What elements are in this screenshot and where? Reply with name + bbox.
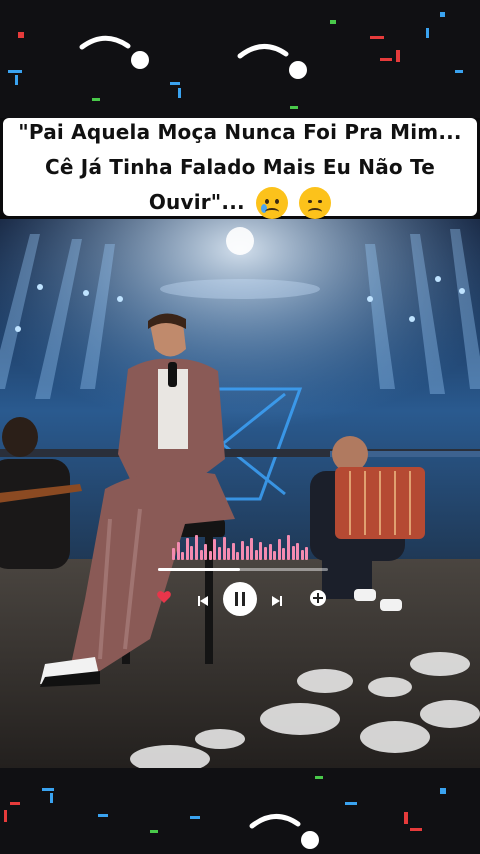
music-note-icon <box>237 44 289 59</box>
music-note-icon <box>249 814 301 829</box>
equalizer-bar <box>190 545 194 560</box>
equalizer <box>172 534 312 560</box>
equalizer-bar <box>222 536 226 560</box>
equalizer-bar <box>254 549 258 560</box>
equalizer-bar <box>273 550 277 560</box>
equalizer-bar <box>264 547 267 560</box>
progress-track[interactable] <box>158 568 328 571</box>
equalizer-bar <box>282 548 286 560</box>
equalizer-bar <box>213 539 217 560</box>
equalizer-bar <box>181 552 185 560</box>
equalizer-bar <box>172 548 175 560</box>
next-icon[interactable] <box>271 592 283 606</box>
equalizer-bar <box>268 544 272 560</box>
music-note-icon <box>301 831 319 849</box>
caption-card: "Pai Aquela Moça Nunca Foi Pra Mim... Cê… <box>3 118 477 219</box>
music-note-icon <box>79 35 131 50</box>
music-note-icon <box>131 51 149 69</box>
equalizer-bar <box>305 547 309 560</box>
equalizer-bar <box>277 539 281 560</box>
equalizer-bar <box>300 549 304 560</box>
previous-icon[interactable] <box>197 592 209 606</box>
pause-icon <box>235 592 245 606</box>
progress-fill <box>158 568 240 571</box>
equalizer-bar <box>250 537 254 560</box>
equalizer-bar <box>287 535 290 560</box>
disappointed-face-icon <box>299 187 332 219</box>
music-note-icon <box>289 61 307 79</box>
top-decor-graphics <box>8 12 463 109</box>
bottom-decor-band <box>0 768 480 854</box>
app-frame: "Pai Aquela Moça Nunca Foi Pra Mim... Cê… <box>0 0 480 854</box>
equalizer-bar <box>199 549 203 560</box>
pause-button[interactable] <box>223 582 257 616</box>
equalizer-bar <box>296 543 300 560</box>
equalizer-bar <box>245 545 249 560</box>
top-decor-band <box>0 0 480 118</box>
bottom-decor-graphics <box>4 776 446 849</box>
video-frame[interactable] <box>0 219 480 768</box>
equalizer-bar <box>241 540 244 560</box>
heart-icon[interactable] <box>156 589 172 605</box>
equalizer-bar <box>185 537 189 560</box>
equalizer-bar <box>176 541 180 560</box>
equalizer-bar <box>236 552 240 560</box>
equalizer-bar <box>231 543 235 560</box>
equalizer-bar <box>227 548 231 560</box>
equalizer-bar <box>291 545 295 560</box>
equalizer-bar <box>208 550 212 560</box>
caption-text: "Pai Aquela Moça Nunca Foi Pra Mim... Cê… <box>18 119 462 214</box>
caption-text-wrap: "Pai Aquela Moça Nunca Foi Pra Mim... Cê… <box>13 115 467 220</box>
equalizer-bar <box>204 544 208 560</box>
equalizer-bar <box>195 535 198 560</box>
equalizer-bar <box>218 547 221 560</box>
crying-face-icon <box>256 187 288 219</box>
add-icon[interactable] <box>310 590 326 606</box>
stage-scene <box>0 219 480 768</box>
equalizer-bar <box>259 541 263 560</box>
